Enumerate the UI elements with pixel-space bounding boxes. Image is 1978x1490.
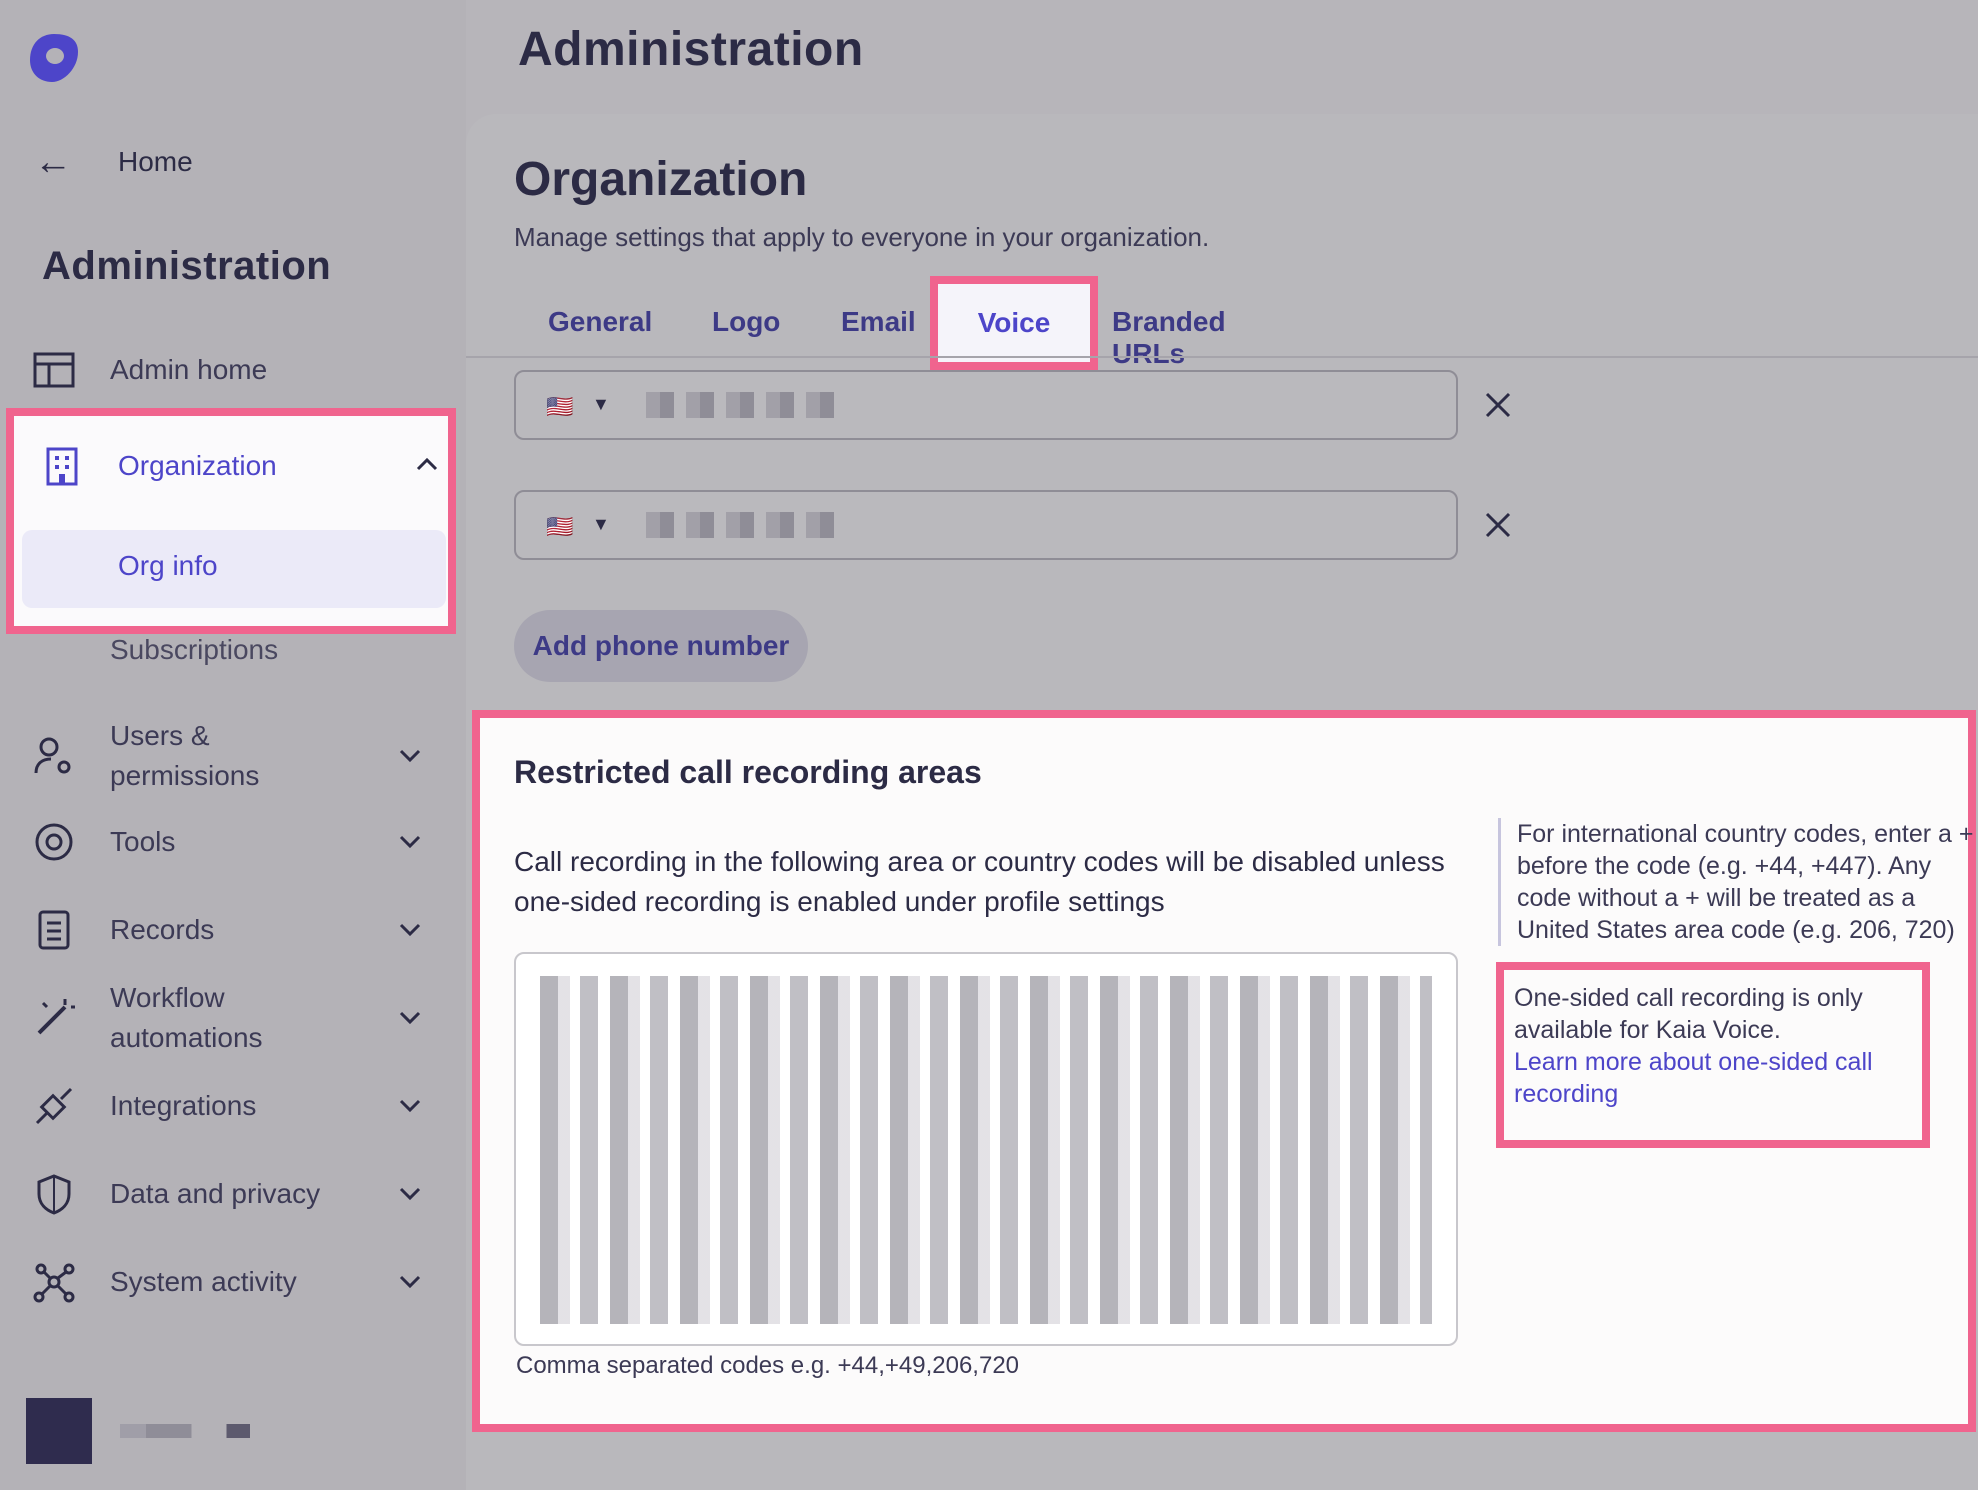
sidebar-item-label: Records (110, 914, 215, 945)
tab-logo[interactable]: Logo (712, 306, 780, 338)
section-title: Restricted call recording areas (514, 754, 982, 790)
sidebar-item-tools[interactable]: Tools (30, 818, 430, 866)
chevron-down-icon[interactable] (390, 1092, 430, 1120)
user-gear-icon (30, 732, 78, 780)
sidebar-item-admin-home[interactable]: Admin home (30, 346, 430, 394)
sidebar: ← Home Administration Admin home Organiz… (0, 0, 466, 1490)
organization-section: Organization Org info (6, 408, 456, 634)
tab-voice-label: Voice (938, 284, 1090, 362)
chevron-down-icon[interactable] (390, 1180, 430, 1208)
phone-number-redacted (646, 392, 846, 418)
user-name-redacted (120, 1424, 250, 1438)
sidebar-item-organization[interactable]: Organization (38, 442, 438, 490)
restricted-codes-textarea[interactable] (514, 952, 1458, 1346)
phone-number-redacted (646, 512, 846, 538)
tab-general[interactable]: General (548, 306, 652, 338)
us-flag-icon[interactable]: 🇺🇸 (546, 394, 573, 420)
sidebar-item-data-privacy[interactable]: Data and privacy (30, 1170, 430, 1218)
chevron-down-icon[interactable] (390, 742, 430, 770)
user-profile[interactable] (26, 1398, 250, 1464)
phone-number-field[interactable]: 🇺🇸 ▼ (514, 370, 1458, 440)
sidebar-item-label: System activity (110, 1266, 297, 1297)
sidebar-item-workflow-automations[interactable]: Workflow automations (30, 978, 430, 1058)
remove-phone-button[interactable] (1478, 504, 1518, 549)
magic-wand-icon (30, 994, 78, 1042)
sidebar-item-label-group: Users & permissions (110, 716, 390, 796)
sidebar-subitem-org-info[interactable]: Org info (22, 530, 446, 608)
avatar (26, 1398, 92, 1464)
phone-number-field[interactable]: 🇺🇸 ▼ (514, 490, 1458, 560)
sidebar-item-records[interactable]: Records (30, 906, 430, 954)
plug-icon (30, 1082, 78, 1130)
chevron-down-icon[interactable] (390, 916, 430, 944)
page-title: Administration (518, 23, 864, 76)
building-icon (38, 442, 86, 490)
chevron-down-icon[interactable] (390, 1268, 430, 1296)
sidebar-item-label: Users & (110, 720, 210, 751)
shield-icon (30, 1170, 78, 1218)
sidebar-item-label: Data and privacy (110, 1178, 321, 1209)
sidebar-item-label: Admin home (110, 354, 268, 385)
caret-down-icon[interactable]: ▼ (592, 394, 610, 415)
sidebar-item-label: automations (110, 1022, 263, 1053)
sidebar-item-label: Integrations (110, 1090, 257, 1121)
chevron-up-icon[interactable] (416, 457, 438, 476)
restricted-recording-section: Restricted call recording areas Call rec… (472, 710, 1976, 1432)
chevron-down-icon[interactable] (390, 1004, 430, 1032)
caret-down-icon[interactable]: ▼ (592, 514, 610, 535)
one-sided-recording-note: One-sided call recording is only availab… (1496, 962, 1930, 1148)
close-icon (1485, 512, 1511, 538)
section-description: Call recording in the following area or … (514, 846, 1445, 917)
sidebar-subitem-subscriptions[interactable]: Subscriptions (110, 634, 278, 666)
sidebar-item-users-permissions[interactable]: Users & permissions (30, 716, 430, 796)
international-codes-note: For international country codes, enter a… (1498, 818, 1978, 946)
learn-more-link[interactable]: Learn more about one-sided call recordin… (1514, 1048, 1873, 1108)
tab-email[interactable]: Email (841, 306, 916, 338)
sidebar-item-system-activity[interactable]: System activity (30, 1258, 430, 1306)
close-icon (1485, 392, 1511, 418)
tabs-divider (466, 356, 1978, 358)
sidebar-item-label: Tools (110, 826, 176, 857)
organization-description: Manage settings that apply to everyone i… (514, 222, 1210, 252)
remove-phone-button[interactable] (1478, 384, 1518, 429)
sidebar-item-label: Workflow (110, 982, 225, 1013)
back-arrow-icon: ← (34, 140, 72, 183)
kaia-note-text: One-sided call recording is only availab… (1514, 984, 1863, 1044)
tab-branded-urls[interactable]: Branded URLs (1112, 306, 1226, 370)
records-icon (30, 906, 78, 954)
codes-hint: Comma separated codes e.g. +44,+49,206,7… (516, 1352, 1020, 1379)
chevron-down-icon[interactable] (390, 828, 430, 856)
us-flag-icon[interactable]: 🇺🇸 (546, 514, 573, 540)
organization-title: Organization (514, 153, 808, 206)
sidebar-item-integrations[interactable]: Integrations (30, 1082, 430, 1130)
app-logo-icon[interactable] (26, 30, 82, 86)
tools-icon (30, 818, 78, 866)
home-link[interactable]: ← Home (34, 140, 193, 184)
sidebar-subitem-label: Org info (118, 550, 218, 581)
home-label: Home (118, 146, 193, 177)
codes-redacted (540, 976, 1432, 1324)
sidebar-item-label: permissions (110, 760, 260, 791)
sidebar-title: Administration (42, 244, 332, 288)
sidebar-item-label-group: Workflow automations (110, 978, 390, 1058)
sidebar-item-label: Organization (118, 450, 277, 481)
layout-icon (30, 346, 78, 394)
add-phone-number-button[interactable]: Add phone number (514, 610, 808, 682)
network-icon (30, 1258, 78, 1306)
